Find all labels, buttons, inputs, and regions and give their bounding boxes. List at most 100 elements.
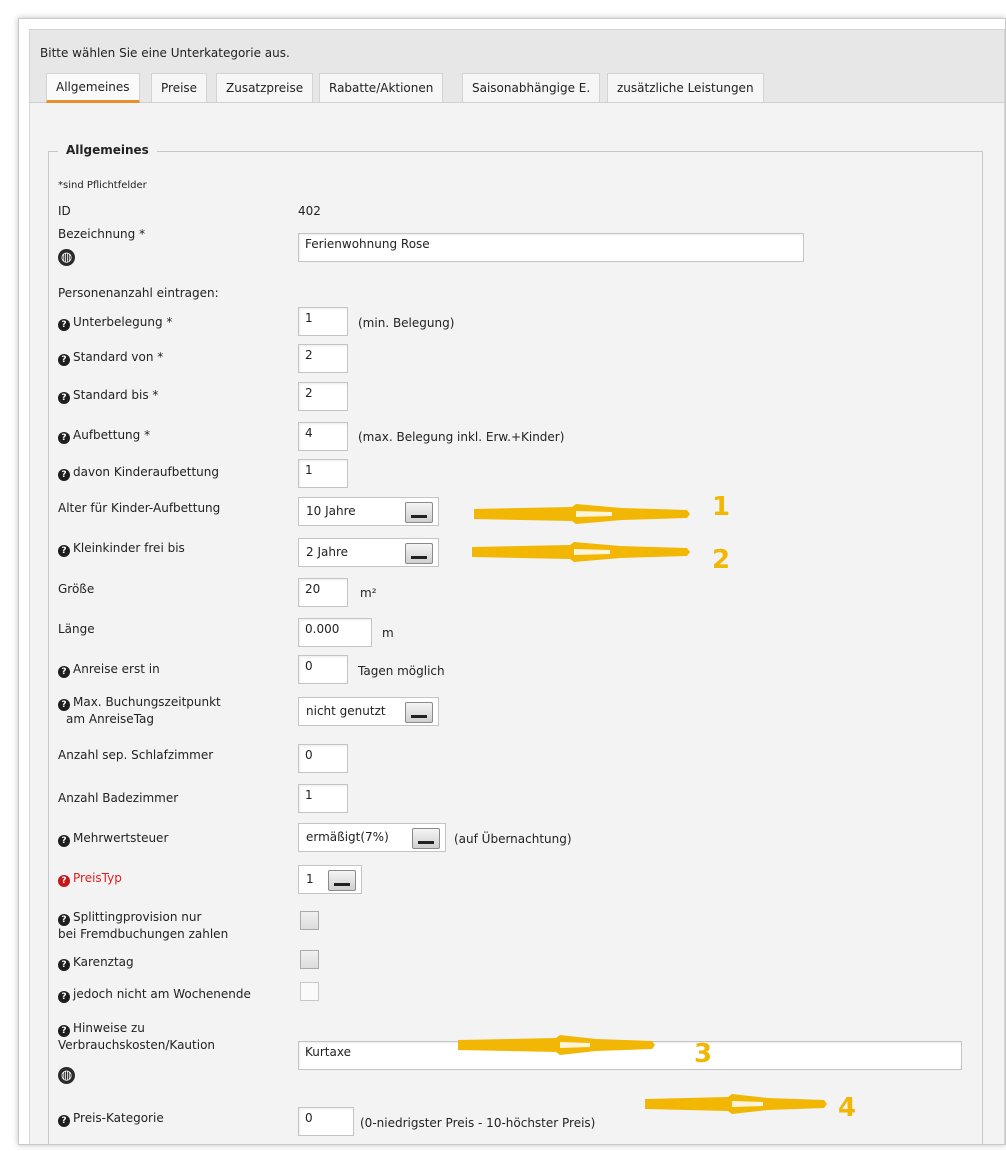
kinderaufbettung-input[interactable]: 1 <box>298 459 348 488</box>
annotation-number-4: 4 <box>838 1093 857 1123</box>
preistyp-label-text: PreisTyp <box>73 871 122 885</box>
buchungszeitpunkt-label: ? Max. Buchungszeitpunkt am AnreiseTag <box>58 694 221 728</box>
buchungszeitpunkt-label-line1: Max. Buchungszeitpunkt <box>73 695 221 709</box>
question-circle-icon[interactable]: ? <box>58 545 70 557</box>
standard-bis-input[interactable]: 2 <box>298 382 348 411</box>
mwst-hint: (auf Übernachtung) <box>454 832 572 846</box>
question-circle-icon[interactable]: ? <box>58 354 70 366</box>
aufbettung-label: ? Aufbettung * <box>58 428 150 444</box>
wochenende-label: ? jedoch nicht am Wochenende <box>58 987 251 1003</box>
standard-von-label: ? Standard von * <box>58 350 163 366</box>
splitting-label-line2: bei Fremdbuchungen zahlen <box>58 927 229 941</box>
kleinkinder-select-value: 2 Jahre <box>306 545 348 559</box>
unterbelegung-input[interactable]: 1 <box>298 307 348 336</box>
kinderaufbettung-label: ? davon Kinderaufbettung <box>58 465 219 481</box>
wochenende-checkbox[interactable] <box>300 982 319 1001</box>
kinderaufbettung-label-text: davon Kinderaufbettung <box>73 465 219 479</box>
chevron-down-icon[interactable] <box>405 543 433 564</box>
id-value: 402 <box>298 204 321 218</box>
alter-label: Alter für Kinder-Aufbettung <box>58 501 221 515</box>
unterbelegung-label-text: Unterbelegung * <box>73 315 173 329</box>
question-circle-icon[interactable]: ? <box>58 469 70 481</box>
globe-icon[interactable]: ◍ <box>58 249 75 266</box>
preistyp-label: ? PreisTyp <box>58 871 122 887</box>
chevron-down-icon[interactable] <box>412 828 440 849</box>
buchungszeitpunkt-select[interactable]: nicht genutzt <box>298 697 439 726</box>
preistyp-select-value: 1 <box>306 872 314 886</box>
annotation-number-3: 3 <box>694 1039 713 1069</box>
bezeichnung-label: Bezeichnung * <box>58 227 146 241</box>
required-note: *sind Pflichtfelder <box>58 180 147 191</box>
tab-saisonabhaengige[interactable]: Saisonabhängige E. <box>462 73 601 102</box>
question-circle-icon[interactable]: ? <box>58 392 70 404</box>
groesse-input[interactable]: 20 <box>298 578 348 607</box>
tab-zusaetzliche-leistungen[interactable]: zusätzliche Leistungen <box>607 73 764 102</box>
standard-von-input[interactable]: 2 <box>298 344 348 373</box>
question-circle-icon[interactable]: ? <box>58 1115 70 1127</box>
kleinkinder-select[interactable]: 2 Jahre <box>298 538 439 567</box>
kleinkinder-label: ? Kleinkinder frei bis <box>58 541 185 557</box>
alter-select[interactable]: 10 Jahre <box>298 497 439 526</box>
splitting-label: ? Splittingprovision nur bei Fremdbuchunge… <box>58 909 228 943</box>
anreise-hint: Tagen möglich <box>358 664 445 678</box>
preiskategorie-hint: (0-niedrigster Preis - 10-höchster Preis… <box>360 1116 596 1130</box>
annotation-number-2: 2 <box>712 545 731 575</box>
tab-preise[interactable]: Preise <box>151 73 208 102</box>
question-circle-icon[interactable]: ? <box>58 319 70 331</box>
question-circle-icon[interactable]: ? <box>58 835 70 847</box>
preiskategorie-label-text: Preis-Kategorie <box>73 1111 164 1125</box>
schlafzimmer-label: Anzahl sep. Schlafzimmer <box>58 748 214 762</box>
panel-header: Bitte wählen Sie eine Unterkategorie aus… <box>30 30 1004 103</box>
globe-icon[interactable]: ◍ <box>58 1067 75 1084</box>
question-circle-icon[interactable]: ? <box>58 991 70 1003</box>
annotation-arrow-4 <box>645 1094 827 1114</box>
annotation-arrow-1 <box>474 504 690 524</box>
laenge-label: Länge <box>58 622 95 636</box>
chevron-down-icon[interactable] <box>328 870 356 891</box>
screenshot-frame: Bitte wählen Sie eine Unterkategorie aus… <box>18 18 1006 1145</box>
buchungszeitpunkt-select-value: nicht genutzt <box>306 704 386 718</box>
chevron-down-icon[interactable] <box>405 502 433 523</box>
bezeichnung-input[interactable]: Ferienwohnung Rose <box>298 233 804 262</box>
karenztag-checkbox[interactable] <box>300 950 319 969</box>
kleinkinder-label-text: Kleinkinder frei bis <box>73 541 185 555</box>
aufbettung-label-text: Aufbettung * <box>73 428 151 442</box>
anreise-label-text: Anreise erst in <box>73 662 160 676</box>
question-circle-icon[interactable]: ? <box>58 666 70 678</box>
question-circle-icon[interactable]: ? <box>58 875 70 887</box>
hinweise-label: ? Hinweise zu Verbrauchskosten/Kaution <box>58 1020 215 1054</box>
question-circle-icon[interactable]: ? <box>58 959 70 971</box>
hinweise-label-line1: Hinweise zu <box>73 1021 145 1035</box>
tab-zusatzpreise[interactable]: Zusatzpreise <box>216 73 314 102</box>
groesse-unit: m² <box>360 586 377 600</box>
hinweise-label-line2: Verbrauchskosten/Kaution <box>58 1038 216 1052</box>
question-circle-icon[interactable]: ? <box>58 432 70 444</box>
unterbelegung-hint: (min. Belegung) <box>358 316 455 330</box>
standard-von-label-text: Standard von * <box>73 350 164 364</box>
aufbettung-input[interactable]: 4 <box>298 422 348 451</box>
annotation-arrow-2 <box>472 542 690 562</box>
preiskategorie-input[interactable]: 0 <box>298 1107 354 1136</box>
anreise-label: ? Anreise erst in <box>58 662 160 678</box>
schlafzimmer-input[interactable]: 0 <box>298 744 348 773</box>
annotation-number-1: 1 <box>712 492 731 522</box>
preiskategorie-label: ? Preis-Kategorie <box>58 1111 164 1127</box>
chevron-down-icon[interactable] <box>405 702 433 723</box>
edit-panel: Bitte wählen Sie eine Unterkategorie aus… <box>29 29 1005 1144</box>
anreise-input[interactable]: 0 <box>298 655 348 684</box>
laenge-input[interactable]: 0.000 <box>298 618 372 647</box>
splitting-checkbox[interactable] <box>300 911 319 930</box>
question-circle-icon[interactable]: ? <box>58 699 70 711</box>
question-circle-icon[interactable]: ? <box>58 1025 70 1037</box>
groesse-label: Größe <box>58 582 95 596</box>
mwst-select[interactable]: ermäßigt(7%) <box>298 823 446 852</box>
question-circle-icon[interactable]: ? <box>58 914 70 926</box>
tab-rabatte-aktionen[interactable]: Rabatte/Aktionen <box>319 73 444 102</box>
preistyp-select[interactable]: 1 <box>298 865 362 894</box>
tab-allgemeines[interactable]: Allgemeines <box>46 73 140 103</box>
standard-bis-label-text: Standard bis * <box>73 388 159 402</box>
badezimmer-input[interactable]: 1 <box>298 784 348 813</box>
karenztag-label-text: Karenztag <box>73 955 134 969</box>
fieldset-legend: Allgemeines <box>58 143 157 157</box>
aufbettung-hint: (max. Belegung inkl. Erw.+Kinder) <box>358 430 565 444</box>
